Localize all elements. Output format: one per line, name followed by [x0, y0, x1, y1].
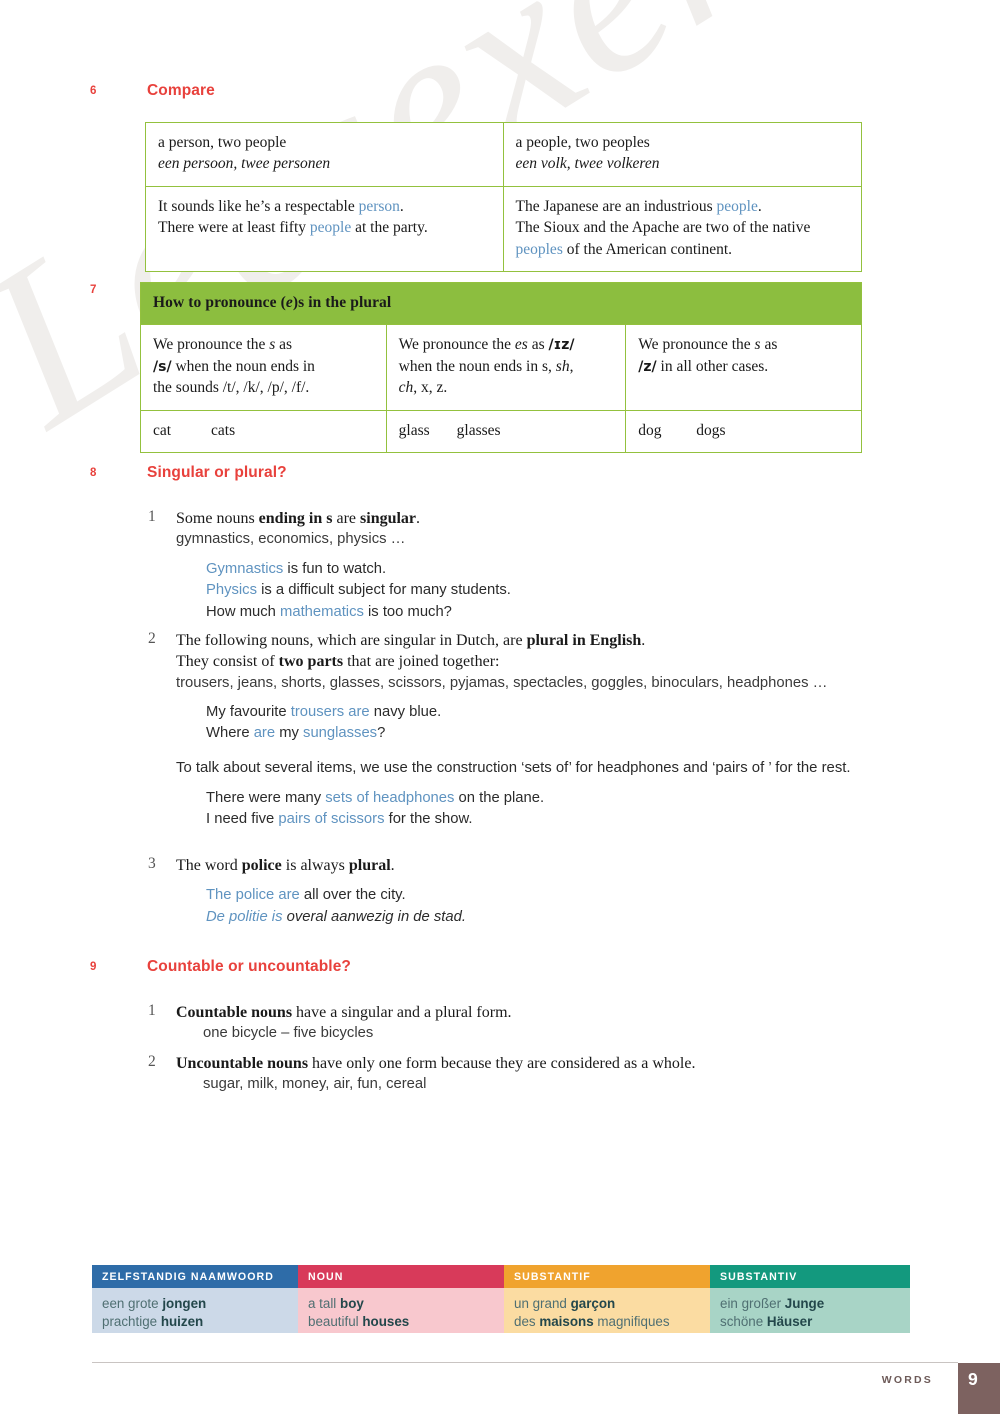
section-number-9: 9 [90, 961, 97, 973]
vocab-column-dutch: ZELFSTANDIG NAAMWOORD een grote jongen pr… [92, 1265, 298, 1333]
compare-right-nl: een volk, twee volkeren [515, 155, 660, 173]
word-list: gymnastics, economics, physics … [176, 531, 406, 548]
example-block-2: There were many sets of headphones on th… [206, 790, 545, 828]
list-number: 1 [148, 508, 156, 525]
list-number: 2 [148, 630, 156, 647]
document-page: 6 Compare a person, two people een perso… [0, 0, 1000, 1414]
section-title-countable: Countable or uncountable? [147, 958, 351, 975]
pronounce-example-1: cat cats [140, 409, 387, 453]
pronounce-example-2: glass glasses [385, 409, 627, 453]
vocab-column-french: SUBSTANTIF un grand garçon des maisons ma… [504, 1265, 710, 1333]
example-singular: glass [398, 421, 430, 439]
list-item: 3 The word police is always plural. The … [148, 855, 918, 928]
vocabulary-table: ZELFSTANDIG NAAMWOORD een grote jongen pr… [92, 1265, 910, 1333]
compare-cell-left-top: a person, two people een persoon, twee p… [145, 122, 504, 187]
pronounce-table: How to pronounce (e)s in the plural We p… [140, 281, 862, 453]
example-plural: dogs [696, 421, 726, 439]
example-plural: cats [211, 421, 236, 439]
vocab-body: een grote jongen prachtige huizen [92, 1288, 298, 1333]
example-singular: cat [153, 421, 172, 439]
compare-cell-right-top: a people, two peoples een volk, twee vol… [502, 122, 862, 187]
vocab-body: a tall boy beautiful houses [298, 1288, 504, 1333]
footer-divider [92, 1362, 958, 1363]
list-item: 1 Some nouns ending in s are singular. g… [148, 508, 918, 623]
rule-text: Some nouns ending in s are singular. [176, 510, 421, 527]
vocab-header: ZELFSTANDIG NAAMWOORD [92, 1265, 298, 1288]
list-item: 2 Uncountable nouns have only one form b… [148, 1053, 918, 1095]
section-title-compare: Compare [147, 82, 215, 99]
header-italic: e [285, 294, 293, 311]
vocab-header: SUBSTANTIV [710, 1265, 910, 1288]
list-number: 2 [148, 1053, 156, 1070]
table-row: It sounds like he’s a respectable person… [145, 185, 862, 272]
rule-text: The following nouns, which are singular … [176, 632, 646, 671]
compare-cell-right-bottom: The Japanese are an industrious people. T… [502, 185, 862, 272]
list-number: 1 [148, 1002, 156, 1019]
vocab-column-english: NOUN a tall boy beautiful houses [298, 1265, 504, 1333]
table-row: We pronounce the s as/s/ when the noun e… [140, 324, 862, 411]
word-list: trousers, jeans, shorts, glasses, scisso… [176, 674, 828, 691]
rule-text: Countable nouns have a singular and a pl… [176, 1004, 512, 1021]
table-row: cat cats glass glasses dog dogs [140, 409, 862, 453]
section-number-8: 8 [90, 467, 97, 479]
paragraph-text: To talk about several items, we use the … [176, 759, 851, 776]
pronounce-rule-2: We pronounce the es as /ɪz/when the noun… [385, 324, 627, 411]
compare-left-nl: een persoon, twee personen [158, 155, 331, 173]
list-number: 3 [148, 855, 156, 872]
section-title-singular-plural: Singular or plural? [147, 464, 287, 481]
header-pre: How to pronounce ( [153, 294, 286, 311]
vocab-column-german: SUBSTANTIV ein großer Junge schöne Häuser [710, 1265, 910, 1333]
table-row: a person, two people een persoon, twee p… [145, 122, 862, 187]
section-number-6: 6 [90, 85, 97, 97]
rule-text: The word police is always plural. [176, 857, 395, 874]
example-singular: dog [638, 421, 662, 439]
vocab-header: NOUN [298, 1265, 504, 1288]
compare-right-en: a people, two peoples [515, 134, 650, 151]
list-item: 2 The following nouns, which are singula… [148, 630, 918, 831]
vocab-body: un grand garçon des maisons magnifiques [504, 1288, 710, 1333]
pronounce-table-header: How to pronounce (e)s in the plural [140, 281, 862, 326]
vocab-body: ein großer Junge schöne Häuser [710, 1288, 910, 1333]
list-item: 1 Countable nouns have a singular and a … [148, 1002, 918, 1044]
example-block: Gymnastics is fun to watch. Physics is a … [206, 560, 511, 620]
example-plural: glasses [456, 421, 501, 439]
pronounce-example-3: dog dogs [625, 409, 862, 453]
rule-text: Uncountable nouns have only one form bec… [176, 1055, 696, 1072]
pronounce-rule-1: We pronounce the s as/s/ when the noun e… [140, 324, 387, 411]
header-post: )s in the plural [292, 294, 392, 311]
section-number-7: 7 [90, 284, 97, 296]
word-list: sugar, milk, money, air, fun, cereal [203, 1076, 427, 1093]
table-row: How to pronounce (e)s in the plural [140, 281, 862, 326]
compare-right-examples: The Japanese are an industrious people. T… [515, 197, 811, 258]
pronounce-rule-3: We pronounce the s as/z/ in all other ca… [625, 324, 862, 411]
example-block: The police are all over the city. De poli… [206, 887, 466, 925]
compare-table: a person, two people een persoon, twee p… [145, 122, 862, 272]
vocab-header: SUBSTANTIF [504, 1265, 710, 1288]
page-number-badge: 9 [958, 1363, 1000, 1414]
compare-cell-left-bottom: It sounds like he’s a respectable person… [145, 185, 504, 272]
compare-left-examples: It sounds like he’s a respectable person… [158, 197, 428, 237]
compare-left-en: a person, two people [158, 134, 287, 151]
word-list: one bicycle – five bicycles [203, 1025, 374, 1042]
footer-section-label: WORDS [881, 1374, 933, 1386]
example-block: My favourite trousers are navy blue. Wher… [206, 703, 442, 742]
